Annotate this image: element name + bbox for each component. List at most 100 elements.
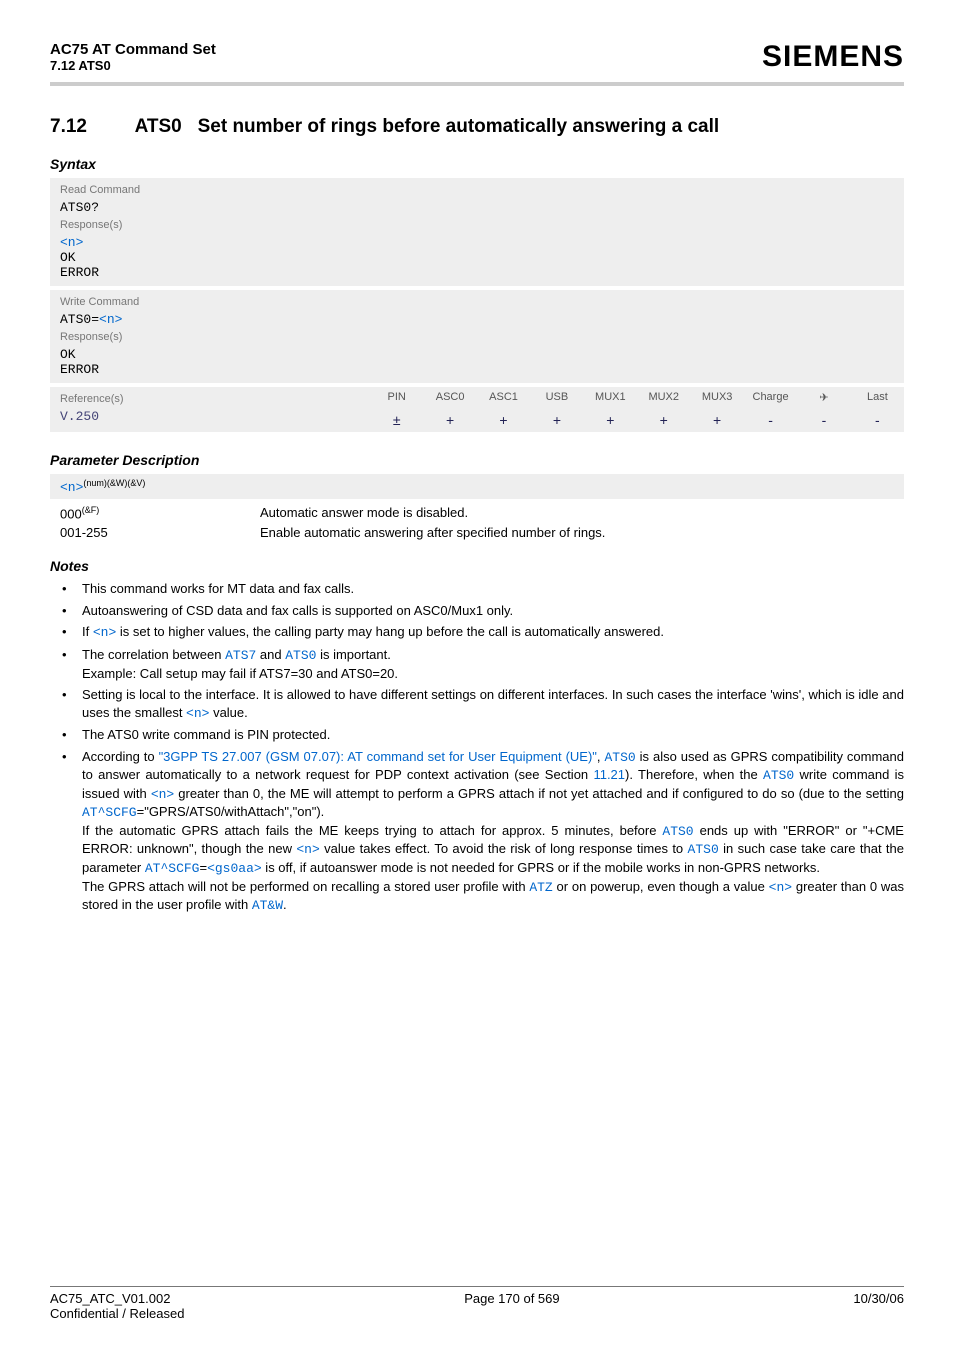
note-link[interactable]: ATS0 [763,768,794,783]
refs-label: Reference(s) [60,393,360,405]
note-text: . [283,897,287,912]
section-desc: Set number of rings before automatically… [198,116,720,137]
note-text: The GPRS attach will not be performed on… [82,879,529,894]
write-resp-err: ERROR [60,362,894,377]
note-link[interactable]: AT^SCFG [145,861,200,876]
note-link[interactable]: <n> [151,787,174,802]
header-rule [50,82,904,86]
refs-header-row: PINASC0ASC1USBMUX1MUX2MUX3Charge✈Last [370,387,904,408]
note-item: This command works for MT data and fax c… [68,580,904,598]
note-link[interactable]: <n> [93,625,116,640]
refs-val: + [690,408,743,432]
note-text: and [256,647,285,662]
section-number: 7.12 [50,116,130,138]
refs-val: + [423,408,476,432]
note-text: is off, if autoanswer mode is not needed… [262,860,820,875]
footer-center: Page 170 of 569 [464,1291,559,1306]
read-resp-ok: OK [60,250,894,265]
note-text: is set to higher values, the calling par… [116,624,664,639]
note-text: greater than 0, the ME will attempt to p… [174,786,904,801]
refs-val: ± [370,408,423,432]
param-n-box: <n>(num)(&W)(&V) [50,474,904,499]
footer-left2: Confidential / Released [50,1306,904,1321]
syntax-heading: Syntax [50,156,904,172]
refs-val: - [851,408,904,432]
param-desc: Automatic answer mode is disabled. [260,505,468,521]
doc-title: AC75 AT Command Set [50,41,216,58]
write-cmd-n[interactable]: <n> [99,312,122,327]
param-n[interactable]: <n> [60,480,83,495]
write-cmd-prefix: ATS0= [60,312,99,327]
refs-col: ASC0 [423,387,476,408]
note-link[interactable]: ATS0 [688,842,719,857]
note-text: Autoanswering of CSD data and fax calls … [82,603,513,618]
refs-col: MUX3 [690,387,743,408]
refs-col: PIN [370,387,423,408]
note-text: According to [82,749,159,764]
param-key: 000(&F) [60,505,260,521]
note-item: According to "3GPP TS 27.007 (GSM 07.07)… [68,748,904,915]
param-rows: 000(&F)Automatic answer mode is disabled… [50,503,904,542]
note-link[interactable]: ATS0 [285,648,316,663]
footer-right: 10/30/06 [853,1291,904,1306]
write-label: Write Command [60,296,894,308]
note-text: ). Therefore, when the [625,767,763,782]
note-text: The correlation between [82,647,225,662]
reference-block: Reference(s) V.250 PINASC0ASC1USBMUX1MUX… [50,387,904,432]
note-link[interactable]: "3GPP TS 27.007 (GSM 07.07): AT command … [159,749,597,764]
param-row: 001-255Enable automatic answering after … [50,523,904,542]
param-n-sup: (num)(&W)(&V) [83,478,145,488]
notes-heading: Notes [50,558,904,574]
refs-value-row: ±++++++--- [370,408,904,432]
note-link[interactable]: ATS7 [225,648,256,663]
read-resp-err: ERROR [60,265,894,280]
note-link[interactable]: <n> [186,706,209,721]
note-link[interactable]: <n> [769,880,792,895]
note-text: This command works for MT data and fax c… [82,581,354,596]
refs-value: V.250 [60,409,360,424]
note-text: ="GPRS/ATS0/withAttach","on"). [137,804,325,819]
note-text: If [82,624,93,639]
note-link[interactable]: AT&W [252,898,283,913]
note-text: is important. [316,647,390,662]
refs-col: USB [530,387,583,408]
write-command-block: Write Command ATS0=<n> Response(s) OK ER… [50,290,904,383]
note-item: The correlation between ATS7 and ATS0 is… [68,646,904,682]
refs-val: + [477,408,530,432]
note-link[interactable]: ATS0 [662,824,693,839]
note-item: The ATS0 write command is PIN protected. [68,726,904,744]
read-label: Read Command [60,184,894,196]
read-resp-label: Response(s) [60,219,894,231]
param-desc: Enable automatic answering after specifi… [260,525,605,540]
note-link[interactable]: ATS0 [604,750,635,765]
note-text: If the automatic GPRS attach fails the M… [82,823,662,838]
note-link[interactable]: ATZ [529,880,552,895]
footer-left1: AC75_ATC_V01.002 [50,1291,170,1306]
note-text: The ATS0 write command is PIN protected. [82,727,330,742]
note-link[interactable]: <gs0aa> [207,861,262,876]
refs-col: Last [851,387,904,408]
param-row: 000(&F)Automatic answer mode is disabled… [50,503,904,523]
page-header: AC75 AT Command Set 7.12 ATS0 SIEMENS [50,40,904,82]
notes-list: This command works for MT data and fax c… [50,580,904,918]
note-text: value. [209,705,247,720]
read-resp-n[interactable]: <n> [60,235,894,250]
note-text: = [199,860,207,875]
refs-val: - [797,408,850,432]
note-text: value takes effect. To avoid the risk of… [320,841,688,856]
header-left: AC75 AT Command Set 7.12 ATS0 [50,41,216,73]
param-key: 001-255 [60,525,260,540]
note-link[interactable]: <n> [296,842,319,857]
write-cmd: ATS0=<n> [60,312,894,327]
note-link[interactable]: 11.21 [593,767,625,782]
refs-val: + [530,408,583,432]
write-resp-label: Response(s) [60,331,894,343]
note-text: Example: Call setup may fail if ATS7=30 … [82,666,398,681]
read-cmd: ATS0? [60,200,894,215]
refs-val: + [584,408,637,432]
note-link[interactable]: AT^SCFG [82,805,137,820]
refs-col: Charge [744,387,797,408]
note-item: If <n> is set to higher values, the call… [68,623,904,642]
footer-rule [50,1286,904,1287]
refs-col: ASC1 [477,387,530,408]
